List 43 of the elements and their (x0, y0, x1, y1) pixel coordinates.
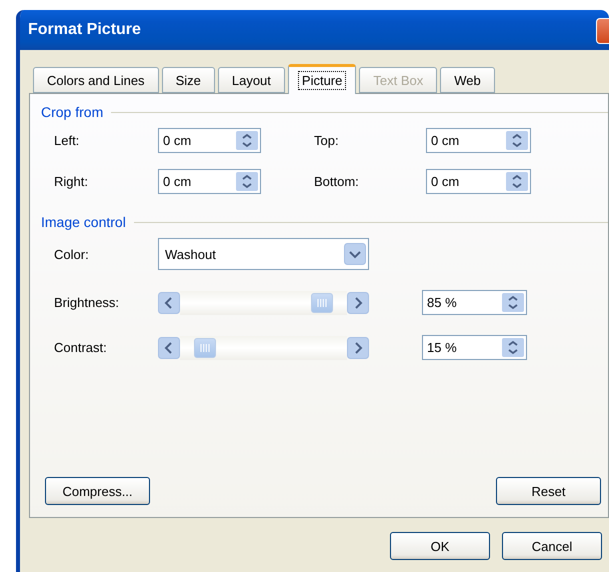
field-label: Bottom: (314, 174, 360, 189)
spin-arrows-icon[interactable] (506, 172, 528, 191)
compress-button[interactable]: Compress... (45, 477, 150, 505)
spin-field[interactable]: 0 cm (426, 169, 531, 194)
field-label: Top: (314, 133, 340, 148)
spin-arrows-icon[interactable] (236, 131, 258, 150)
close-button[interactable] (596, 18, 609, 44)
tab[interactable]: Size (162, 67, 215, 93)
ok-button[interactable]: OK (390, 532, 490, 560)
window-title: Format Picture (28, 21, 141, 39)
field-label: Color: (54, 246, 90, 262)
field-value: 85 % (427, 295, 457, 310)
group-title: Crop from (41, 104, 104, 120)
field-label: Left: (54, 133, 80, 148)
reset-button[interactable]: Reset (496, 477, 601, 505)
slider-label: Brightness: (54, 295, 120, 310)
spin-field[interactable]: 15 % (422, 335, 527, 360)
spin-field[interactable]: 0 cm (158, 169, 261, 194)
color-dropdown[interactable]: Washout (158, 238, 369, 270)
slider-label: Contrast: (54, 340, 108, 355)
tab[interactable]: Web (440, 67, 495, 93)
tab[interactable]: Colors and Lines (33, 67, 159, 93)
spin-arrows-icon[interactable] (506, 131, 528, 150)
spin-arrows-icon[interactable] (502, 338, 524, 357)
spin-field[interactable]: 85 % (422, 290, 527, 315)
slider-thumb[interactable] (310, 292, 333, 312)
spin-field[interactable]: 0 cm (158, 128, 261, 153)
cancel-button[interactable]: Cancel (502, 532, 602, 560)
field-value: 15 % (427, 340, 457, 355)
field-value: 0 cm (163, 174, 192, 189)
dropdown-caret-icon[interactable] (344, 243, 366, 265)
spin-arrows-icon[interactable] (502, 293, 524, 312)
group-title: Image control (41, 214, 126, 230)
field-label: Right: (54, 174, 89, 189)
field-value: 0 cm (431, 174, 460, 189)
field-value: 0 cm (431, 133, 460, 148)
field-value: 0 cm (163, 133, 192, 148)
tab[interactable]: Layout (218, 67, 285, 93)
dropdown-value: Washout (165, 246, 216, 262)
tab[interactable]: Picture (288, 64, 356, 94)
slider-thumb[interactable] (194, 338, 216, 358)
spin-field[interactable]: 0 cm (426, 128, 531, 153)
spin-arrows-icon[interactable] (236, 172, 258, 191)
